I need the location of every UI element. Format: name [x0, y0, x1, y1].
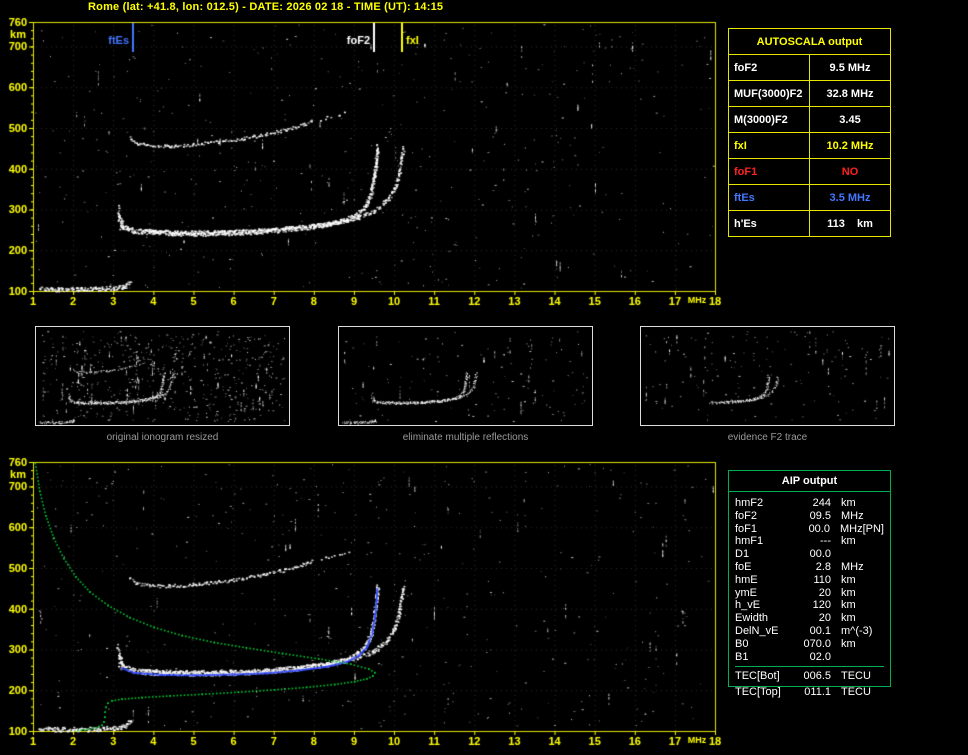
- table-row-ftEs: ftEs 3.5 MHz: [728, 184, 891, 211]
- thumbnail-multiple-reflections-removed: [338, 326, 593, 426]
- aip-panel-title: AIP output: [729, 471, 890, 492]
- param-value: 9.5 MHz: [809, 54, 891, 81]
- aip-param-name: hmE: [735, 573, 758, 586]
- aip-row-foF2: foF2 09.5 MHz: [735, 510, 884, 523]
- aip-param-value: 00.0: [808, 522, 830, 535]
- aip-param-extra: [PN]: [862, 522, 884, 535]
- aip-row-foE: foE 2.8 MHz: [735, 561, 884, 574]
- aip-param-value: 244: [812, 497, 831, 509]
- aip-output-panel: AIP output hmF2 244 km foF2 09.5 MHz foF…: [728, 470, 891, 688]
- aip-param-value: 006.5: [803, 670, 831, 683]
- param-value: 32.8 MHz: [809, 80, 891, 107]
- thumbnail-f2-trace-evidence: [640, 326, 895, 426]
- aip-param-unit: TECU: [841, 670, 871, 683]
- aip-row-B0: B0 070.0 km: [735, 638, 884, 651]
- aip-param-unit: km: [841, 637, 856, 650]
- aip-param-value: 00.0: [809, 548, 831, 561]
- param-name: fxI: [728, 132, 810, 159]
- param-name: foF2: [728, 54, 810, 81]
- param-name: foF1: [728, 158, 810, 185]
- aip-row-tec-bot: TEC[Bot] 006.5 TECU: [735, 666, 884, 683]
- aip-param-value: ---: [820, 535, 831, 548]
- table-row-fxI: fxI 10.2 MHz: [728, 132, 891, 159]
- aip-param-name: hmF1: [735, 535, 764, 548]
- aip-param-name: foF1: [735, 522, 758, 535]
- param-name: MUF(3000)F2: [728, 80, 810, 107]
- table-row-m3000: M(3000)F2 3.45: [728, 106, 891, 133]
- aip-param-value: 2.8: [815, 560, 831, 573]
- aip-param-unit: km: [841, 497, 856, 509]
- aip-param-unit: MHz: [841, 560, 864, 573]
- table-row-foF1: foF1 NO: [728, 158, 891, 185]
- table-row-hEs: h'Es 113 km: [728, 210, 891, 237]
- aip-param-value: 02.0: [809, 650, 831, 663]
- thumbnail-original-ionogram: [35, 326, 290, 426]
- aip-row-tec-top: TEC[Top] 011.1 TECU: [728, 686, 891, 698]
- aip-param-unit: m^(-3): [841, 624, 873, 637]
- aip-param-name: DelN_vE: [735, 624, 779, 637]
- aip-row-Ewidth: Ewidth 20 km: [735, 612, 884, 625]
- thumbnail-caption: evidence F2 trace: [727, 432, 808, 443]
- aip-row-hmE: hmE 110 km: [735, 574, 884, 587]
- param-name: ftEs: [728, 184, 810, 211]
- aip-param-value: 00.1: [809, 624, 831, 637]
- param-value: 113 km: [809, 210, 891, 237]
- aip-param-unit: TECU: [841, 686, 871, 698]
- aip-row-D1: D1 00.0: [735, 548, 884, 561]
- aip-row-hvE: h_vE 120 km: [735, 599, 884, 612]
- aip-param-name: B1: [735, 650, 749, 663]
- aip-param-value: 070.0: [803, 637, 831, 650]
- aip-param-unit: km: [841, 535, 856, 548]
- aip-param-name: foE: [735, 560, 752, 573]
- aip-rows: hmF2 244 km foF2 09.5 MHz foF1 00.0 MHz …: [729, 492, 890, 686]
- aip-param-name: TEC[Top]: [735, 686, 781, 698]
- aip-param-unit: km: [841, 612, 856, 625]
- aip-param-name: Ewidth: [735, 612, 769, 625]
- aip-param-unit: km: [841, 586, 856, 599]
- thumbnail-caption: original ionogram resized: [106, 432, 219, 443]
- aip-param-unit: km: [841, 573, 856, 586]
- table-row-muf: MUF(3000)F2 32.8 MHz: [728, 80, 891, 107]
- thumbnail-caption: eliminate multiple reflections: [402, 432, 529, 443]
- aip-param-name: B0: [735, 637, 749, 650]
- aip-param-name: h_vE: [735, 599, 761, 612]
- aip-row-ymE: ymE 20 km: [735, 587, 884, 600]
- aip-param-name: ymE: [735, 586, 757, 599]
- aip-row-DelN: DelN_vE 00.1 m^(-3): [735, 625, 884, 638]
- aip-param-value: 120: [812, 599, 831, 612]
- aip-row-foF1: foF1 00.0 MHz [PN]: [735, 523, 884, 536]
- aip-param-value: 011.1: [804, 686, 831, 698]
- autoscala-output-table: AUTOSCALA output foF2 9.5 MHz MUF(3000)F…: [728, 28, 891, 237]
- top-ionogram-chart: [0, 0, 724, 312]
- aip-param-value: 20: [818, 612, 831, 625]
- aip-param-unit: MHz: [839, 522, 863, 535]
- aip-param-unit: MHz: [841, 509, 864, 522]
- aip-param-name: D1: [735, 548, 750, 561]
- aip-param-value: 09.5: [809, 509, 831, 522]
- aip-row-B1: B1 02.0: [735, 651, 884, 664]
- aip-param-name: TEC[Bot]: [735, 670, 780, 683]
- autoscala-table-header-row: AUTOSCALA output: [728, 28, 891, 55]
- aip-row-hmF1: hmF1 --- km: [735, 535, 884, 548]
- bottom-ionogram-chart-with-profile: [0, 452, 724, 755]
- param-value: 3.45: [809, 106, 891, 133]
- autoscala-table-title: AUTOSCALA output: [728, 28, 891, 55]
- aip-param-name: foF2: [735, 509, 758, 522]
- aip-row-hmF2: hmF2 244 km: [735, 497, 884, 510]
- param-name: h'Es: [728, 210, 810, 237]
- table-row-foF2: foF2 9.5 MHz: [728, 54, 891, 81]
- param-value: NO: [809, 158, 891, 185]
- aip-param-name: hmF2: [735, 497, 764, 509]
- param-value: 10.2 MHz: [809, 132, 891, 159]
- autoscala-app-window: Rome (lat: +41.8, lon: 012.5) - DATE: 20…: [0, 0, 968, 755]
- aip-param-unit: km: [841, 599, 856, 612]
- aip-param-value: 110: [813, 573, 831, 586]
- param-value: 3.5 MHz: [809, 184, 891, 211]
- aip-param-value: 20: [818, 586, 831, 599]
- param-name: M(3000)F2: [728, 106, 810, 133]
